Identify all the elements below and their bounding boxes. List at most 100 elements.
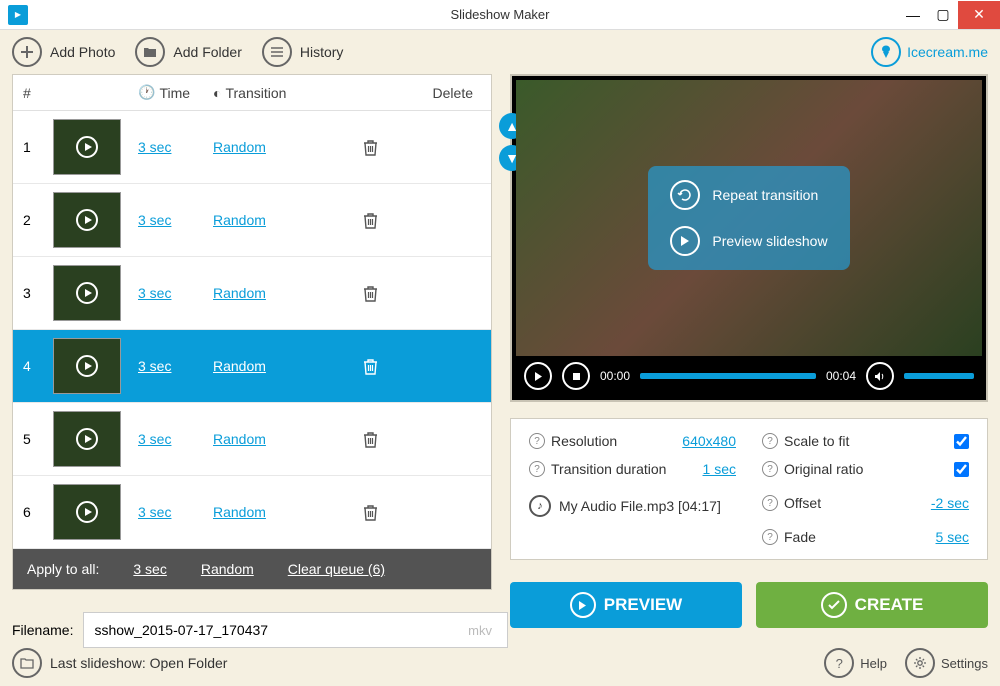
fade-value[interactable]: 5 sec [936, 529, 969, 545]
thumbnail[interactable] [53, 411, 121, 467]
thumbnail[interactable] [53, 192, 121, 248]
last-slideshow-label: Last slideshow: Open Folder [50, 655, 227, 671]
table-row[interactable]: 3 3 sec Random [13, 257, 491, 330]
create-btn-label: CREATE [855, 595, 924, 615]
filename-input[interactable] [83, 612, 508, 648]
transition-dur-value[interactable]: 1 sec [703, 461, 736, 477]
row-number: 3 [23, 285, 53, 301]
delete-button[interactable] [363, 285, 473, 302]
minimize-button[interactable]: — [898, 1, 928, 29]
row-transition[interactable]: Random [213, 431, 266, 447]
add-folder-button[interactable]: Add Folder [135, 37, 241, 67]
toolbar: Add Photo Add Folder History Icecream.me [0, 30, 1000, 74]
row-transition[interactable]: Random [213, 139, 266, 155]
folder-icon [135, 37, 165, 67]
play-icon [76, 501, 98, 523]
help-icon[interactable]: ? [529, 433, 545, 449]
repeat-transition-button[interactable]: Repeat transition [670, 180, 827, 210]
row-time[interactable]: 3 sec [138, 431, 171, 447]
preview-button[interactable]: PREVIEW [510, 582, 742, 628]
row-time[interactable]: 3 sec [138, 212, 171, 228]
row-time[interactable]: 3 sec [138, 358, 171, 374]
row-transition[interactable]: Random [213, 504, 266, 520]
settings-label: Settings [941, 656, 988, 671]
scale-label: Scale to fit [784, 433, 948, 449]
table-row[interactable]: 2 3 sec Random [13, 184, 491, 257]
action-row: PREVIEW CREATE [510, 582, 988, 628]
help-icon[interactable]: ? [762, 433, 778, 449]
help-icon[interactable]: ? [762, 461, 778, 477]
brand-label: Icecream.me [907, 44, 988, 60]
add-photo-button[interactable]: Add Photo [12, 37, 115, 67]
preview-image: Repeat transition Preview slideshow [516, 80, 982, 356]
app-icon: ▶ [8, 5, 28, 25]
volume-bar[interactable] [904, 373, 974, 379]
original-ratio-checkbox[interactable] [954, 462, 969, 477]
apply-all-time[interactable]: 3 sec [133, 561, 166, 577]
history-button[interactable]: History [262, 37, 344, 67]
apply-all-label: Apply to all: [27, 561, 99, 577]
table-row[interactable]: 13 secRandom [13, 111, 491, 184]
header-time: Time [159, 85, 190, 101]
row-transition[interactable]: Random [213, 212, 266, 228]
resolution-value[interactable]: 640x480 [682, 433, 736, 449]
table-header: # 🕐Time ◐Transition Delete [13, 75, 491, 111]
delete-button[interactable] [363, 212, 473, 229]
add-photo-label: Add Photo [50, 44, 115, 60]
create-button[interactable]: CREATE [756, 582, 988, 628]
row-time[interactable]: 3 sec [138, 139, 171, 155]
help-button[interactable]: ? Help [824, 648, 887, 678]
original-ratio-row: ? Original ratio [762, 461, 969, 477]
preview-btn-label: PREVIEW [604, 595, 682, 615]
delete-button[interactable] [363, 358, 473, 375]
settings-button[interactable]: Settings [905, 648, 988, 678]
preview-slideshow-button[interactable]: Preview slideshow [670, 226, 827, 256]
help-icon[interactable]: ? [529, 461, 545, 477]
delete-button[interactable] [363, 504, 473, 521]
row-number: 2 [23, 212, 53, 228]
slideshow-label: Preview slideshow [712, 233, 827, 249]
folder-icon [12, 648, 42, 678]
progress-bar[interactable] [640, 373, 816, 379]
volume-button[interactable] [866, 362, 894, 390]
apply-all-transition[interactable]: Random [201, 561, 254, 577]
apply-all-bar: Apply to all: 3 sec Random Clear queue (… [13, 549, 491, 589]
delete-button[interactable] [363, 139, 473, 156]
maximize-button[interactable]: ▢ [928, 1, 958, 29]
open-folder-button[interactable]: Last slideshow: Open Folder [12, 648, 227, 678]
help-icon[interactable]: ? [762, 495, 778, 511]
thumbnail[interactable] [53, 484, 121, 540]
help-icon[interactable]: ? [762, 529, 778, 545]
original-ratio-label: Original ratio [784, 461, 948, 477]
play-icon [76, 209, 98, 231]
offset-label: Offset [784, 495, 925, 511]
table-row[interactable]: 53 secRandom [13, 403, 491, 476]
delete-button[interactable] [363, 431, 473, 448]
thumbnail[interactable] [53, 265, 121, 321]
row-time[interactable]: 3 sec [138, 285, 171, 301]
play-button[interactable] [524, 362, 552, 390]
close-button[interactable]: ✕ [958, 1, 1000, 29]
thumbnail[interactable] [53, 338, 121, 394]
offset-value[interactable]: -2 sec [931, 495, 969, 511]
table-row[interactable]: 63 secRandom [13, 476, 491, 549]
music-icon: ♪ [529, 495, 551, 517]
repeat-label: Repeat transition [712, 187, 818, 203]
filename-row: Filename: mkv [12, 612, 492, 648]
audio-file-link[interactable]: My Audio File.mp3 [04:17] [559, 498, 721, 514]
brand-link[interactable]: Icecream.me [871, 37, 988, 67]
play-icon [570, 592, 596, 618]
scale-checkbox[interactable] [954, 434, 969, 449]
play-icon [76, 136, 98, 158]
clear-queue-link[interactable]: Clear queue (6) [288, 561, 385, 577]
time-total: 00:04 [826, 369, 856, 383]
row-time[interactable]: 3 sec [138, 504, 171, 520]
row-transition[interactable]: Random [213, 358, 266, 374]
row-transition[interactable]: Random [213, 285, 266, 301]
header-num: # [23, 85, 53, 101]
table-row[interactable]: 43 secRandom [13, 330, 491, 403]
thumbnail[interactable] [53, 119, 121, 175]
play-icon [76, 428, 98, 450]
stop-button[interactable] [562, 362, 590, 390]
transition-icon: ◐ [213, 85, 221, 101]
